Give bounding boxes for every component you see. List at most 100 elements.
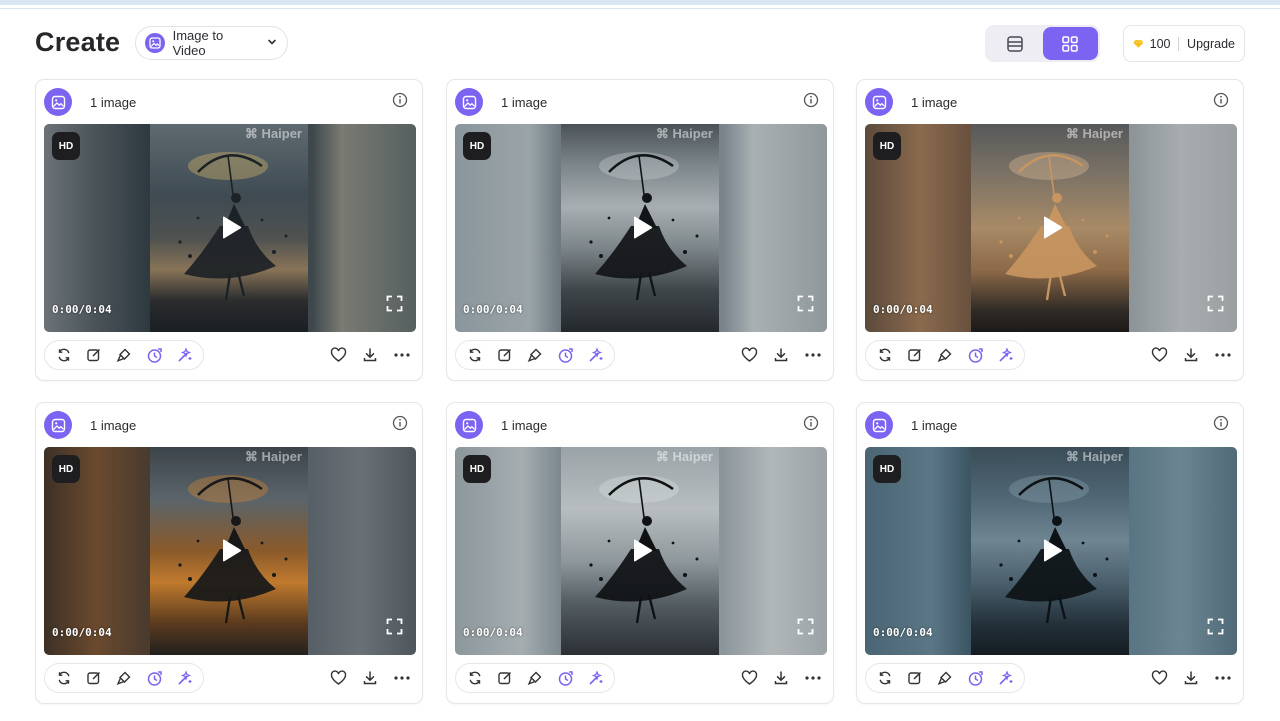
download-button[interactable] <box>1181 343 1201 367</box>
download-icon <box>1183 670 1199 686</box>
hd-badge: HD <box>463 455 491 483</box>
image-count: 1 image <box>501 417 548 433</box>
edit-button[interactable] <box>493 343 517 367</box>
card-actions <box>1149 343 1233 367</box>
play-icon[interactable] <box>219 538 243 569</box>
more-button[interactable] <box>392 666 412 690</box>
heart-button[interactable] <box>739 343 759 367</box>
hd-badge: HD <box>463 132 491 160</box>
extend-button[interactable] <box>553 666 577 690</box>
brush-button[interactable] <box>112 343 136 367</box>
heart-button[interactable] <box>739 666 759 690</box>
regenerate-icon <box>56 347 72 363</box>
edit-button[interactable] <box>82 343 106 367</box>
regenerate-icon <box>877 347 893 363</box>
video-player[interactable]: ⌘ Haiper HD 0:00/0:04 <box>44 124 416 332</box>
heart-button[interactable] <box>1149 666 1169 690</box>
credits-upgrade[interactable]: 100 Upgrade <box>1123 25 1245 62</box>
info-icon[interactable] <box>1213 415 1229 436</box>
info-icon[interactable] <box>392 92 408 113</box>
hd-badge: HD <box>52 455 80 483</box>
page-title: Create <box>35 27 121 57</box>
video-player[interactable]: ⌘ Haiper HD 0:00/0:04 <box>865 447 1237 655</box>
image-icon <box>865 88 893 116</box>
card-actions <box>1149 666 1233 690</box>
brush-button[interactable] <box>933 666 957 690</box>
card-actions <box>328 343 412 367</box>
download-button[interactable] <box>771 343 791 367</box>
extend-button[interactable] <box>142 666 166 690</box>
more-icon <box>393 675 411 681</box>
info-icon[interactable] <box>803 92 819 113</box>
edit-button[interactable] <box>903 343 927 367</box>
extend-button[interactable] <box>963 343 987 367</box>
heart-button[interactable] <box>328 666 348 690</box>
video-player[interactable]: ⌘ Haiper HD 0:00/0:04 <box>865 124 1237 332</box>
brush-button[interactable] <box>523 343 547 367</box>
grid-view-button[interactable] <box>1042 27 1098 60</box>
info-icon[interactable] <box>392 415 408 436</box>
more-button[interactable] <box>803 666 823 690</box>
extend-button[interactable] <box>142 343 166 367</box>
more-icon <box>393 352 411 358</box>
download-button[interactable] <box>360 666 380 690</box>
video-player[interactable]: ⌘ Haiper HD 0:00/0:04 <box>455 124 827 332</box>
regenerate-button[interactable] <box>873 343 897 367</box>
video-player[interactable]: ⌘ Haiper HD 0:00/0:04 <box>455 447 827 655</box>
video-player[interactable]: ⌘ Haiper HD 0:00/0:04 <box>44 447 416 655</box>
brush-button[interactable] <box>112 666 136 690</box>
download-button[interactable] <box>360 343 380 367</box>
fullscreen-icon[interactable] <box>1207 295 1224 317</box>
magic-button[interactable] <box>172 343 196 367</box>
fullscreen-icon[interactable] <box>386 295 403 317</box>
edit-button[interactable] <box>493 666 517 690</box>
extend-button[interactable] <box>963 666 987 690</box>
edit-icon <box>907 670 923 686</box>
play-icon[interactable] <box>1040 215 1064 246</box>
more-button[interactable] <box>392 343 412 367</box>
play-icon[interactable] <box>630 538 654 569</box>
regenerate-button[interactable] <box>52 343 76 367</box>
fullscreen-icon[interactable] <box>386 618 403 640</box>
info-icon[interactable] <box>803 415 819 436</box>
play-icon[interactable] <box>1040 538 1064 569</box>
extend-button[interactable] <box>553 343 577 367</box>
view-toggle <box>985 25 1100 62</box>
download-button[interactable] <box>771 666 791 690</box>
regenerate-button[interactable] <box>463 666 487 690</box>
download-button[interactable] <box>1181 666 1201 690</box>
more-button[interactable] <box>1213 343 1233 367</box>
play-icon[interactable] <box>219 215 243 246</box>
regenerate-button[interactable] <box>463 343 487 367</box>
regenerate-button[interactable] <box>873 666 897 690</box>
edit-button[interactable] <box>903 666 927 690</box>
edit-button[interactable] <box>82 666 106 690</box>
magic-button[interactable] <box>583 666 607 690</box>
play-icon[interactable] <box>630 215 654 246</box>
card-tools <box>455 340 615 370</box>
image-icon <box>455 411 483 439</box>
card-tools <box>865 340 1025 370</box>
regenerate-button[interactable] <box>52 666 76 690</box>
more-button[interactable] <box>803 343 823 367</box>
more-button[interactable] <box>1213 666 1233 690</box>
magic-button[interactable] <box>583 343 607 367</box>
fullscreen-icon[interactable] <box>1207 618 1224 640</box>
magic-icon <box>176 669 193 687</box>
heart-button[interactable] <box>1149 343 1169 367</box>
haiper-watermark: ⌘ Haiper <box>1065 449 1123 464</box>
magic-button[interactable] <box>993 343 1017 367</box>
brush-button[interactable] <box>523 666 547 690</box>
magic-button[interactable] <box>993 666 1017 690</box>
info-icon[interactable] <box>1213 92 1229 113</box>
image-count: 1 image <box>90 417 137 433</box>
magic-button[interactable] <box>172 666 196 690</box>
brush-button[interactable] <box>933 343 957 367</box>
mode-selector[interactable]: Image to Video <box>135 26 288 60</box>
fullscreen-icon[interactable] <box>797 295 814 317</box>
list-view-button[interactable] <box>987 27 1043 60</box>
fullscreen-icon[interactable] <box>797 618 814 640</box>
heart-button[interactable] <box>328 343 348 367</box>
card-header: 1 image <box>865 88 1235 116</box>
hd-badge: HD <box>873 132 901 160</box>
